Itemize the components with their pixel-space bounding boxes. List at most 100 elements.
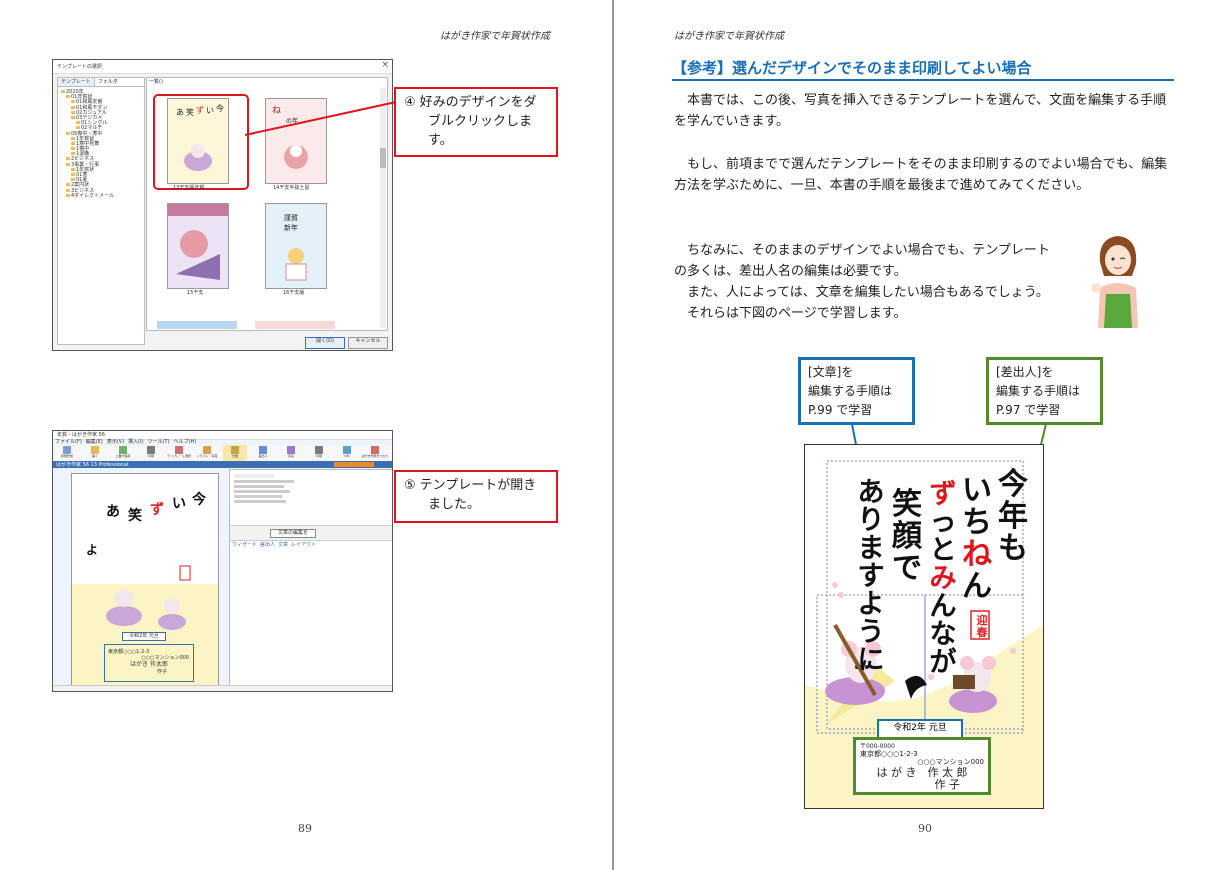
app-banner: はがき作家 56 13 Professional [53,461,392,468]
label-line: P.99 で学習 [808,403,873,417]
svg-text:笑: 笑 [128,507,142,524]
toolbar-label: DM [344,454,350,458]
panel-tab[interactable]: レイアウト [291,542,316,548]
page-number: 89 [298,822,312,835]
toolbar-icon [315,446,323,454]
card-name: はがき 作太郎 [130,661,168,668]
card-message-char: 今 [998,467,1028,502]
edit-text-button[interactable]: 文章の編集を [270,529,316,538]
card-message-char: で [892,551,922,586]
card-message-char: す [857,561,885,592]
page-number: 90 [918,822,932,835]
card-message-char: と [929,535,957,566]
status-bar [53,685,392,691]
card-message-char: ち [962,505,992,540]
toolbar-label: 差出人 [258,454,268,458]
card-message-char: が [929,647,957,678]
callout-text: テンプレートが開きました。 [419,478,537,512]
card-name: は が き 作 太 郎 [876,766,968,779]
label-line: [文章]を [808,365,854,379]
callout-step-5: ⑤ テンプレートが開きました。 [394,470,558,523]
toolbar-icon [343,446,351,454]
card-message-char: り [857,505,885,536]
card-message-char: 年 [998,499,1028,534]
card-message-column: ありますように [855,479,887,675]
step-number: ⑤ [404,478,416,493]
toolbar-label: 印刷 [315,454,322,458]
card-date[interactable]: 令和2年 元旦 [122,632,166,641]
card-message-char: っ [929,507,957,538]
svg-text:よ: よ [86,543,98,557]
toolbar-button[interactable]: はがき作家をつかう [361,445,389,461]
app-name: はがき作家 56 13 Professional [56,462,129,468]
panel-toolbar: 文章の編集を [230,525,392,541]
card-message-char: 笑 [892,487,922,522]
card-sender[interactable]: 東京都○○○1-2-3 ○○○マンション000 はがき 作太郎 作子 [104,644,194,682]
step-number: ④ [404,95,416,110]
label-line: [差出人]を [996,365,1054,379]
panel-tab[interactable]: ウィザード [232,542,257,548]
toolbar-label: 新規作成 [60,454,73,458]
card-message-char: ま [857,533,885,564]
callout-step-4: ④ 好みのデザインをダブルクリックします。 [394,87,558,157]
toolbar-icon [119,446,127,454]
card-preview: 今 い ず 笑 あ よ 令和2年 元旦 東京都○○○1-2-3 ○○○マンション… [71,473,219,687]
svg-text:い: い [172,496,186,512]
svg-text:今: 今 [191,491,206,508]
toolbar-icon [231,446,239,454]
svg-text:あ: あ [106,504,120,520]
card-message-char: ん [962,569,992,604]
card-message-char: な [929,619,957,650]
toolbar-label: 文章 [231,454,238,458]
label-line: 編集する手順は [808,384,893,398]
right-page: はがき作家で年賀状作成 【参考】選んだデザインでそのまま印刷してよい場合 本書で… [614,0,1229,870]
svg-text:ず: ず [150,501,164,518]
toolbar-label: 開く [91,454,98,458]
toolbar-icon [371,446,379,454]
toolbar-label: 宛名 [287,454,294,458]
card-sender[interactable]: 〒000-0000 東京都○○○1-2-3 ○○○マンション000 は が き … [853,737,991,795]
toolbar-label: はがき作家をつかう [361,454,389,458]
label-line: P.97 で学習 [996,403,1061,417]
toolbar-icon [91,446,99,454]
card-message-char: い [962,473,992,508]
toolbar-button[interactable]: 上書き保存 [111,445,135,461]
toolbar-button[interactable]: 開く [83,445,107,461]
toolbar-button[interactable]: 宛名 [279,445,303,461]
card-message-char: よ [857,589,885,620]
toolbar-label: 印刷 [147,454,154,458]
toolbar-button[interactable]: イラスト・写真 [195,445,219,461]
card-message-char: ず [929,479,957,510]
toolbar-icon [287,446,295,454]
toolbar-button[interactable]: テンプレート選択 [167,445,191,461]
toolbar-icon [175,446,183,454]
toolbar-icon [63,446,71,454]
card-message-char: ん [929,591,957,622]
card-name2: 作子 [156,669,167,675]
toolbar-button[interactable]: 文章 [223,445,247,461]
label-sender-edit: [差出人]を 編集する手順は P.97 で学習 [986,357,1103,425]
toolbar: 新規作成 開く 上書き保存 印刷 テンプレート選択 イラスト・写真 文章 差出人 宛名 印刷 DM は… [55,445,392,462]
toolbar-label: テンプレート選択 [167,454,191,458]
toolbar-button[interactable]: DM [335,445,359,461]
toolbar-label: イラスト・写真 [196,454,218,458]
toolbar-button[interactable]: 印刷 [139,445,163,461]
callout-text: 好みのデザインをダブルクリックします。 [419,95,537,148]
greeting-card: 今年もいちねんずっとみんなが笑顔でありますように 迎春 令和2年 元旦 〒000… [804,444,1044,809]
toolbar-button[interactable]: 差出人 [251,445,275,461]
label-text-edit: [文章]を 編集する手順は P.99 で学習 [798,357,915,425]
app-title: 年賀 - はがき作家 56 [57,432,105,438]
card-message-char: ね [962,537,992,572]
left-page: はがき作家で年賀状作成 テンプレートの選択 × テンプレート フォルダ 2020… [0,0,612,870]
card-name2: 作 子 [934,778,961,791]
toolbar-icon [147,446,155,454]
card-message-char: 顔 [892,519,922,554]
card-message-char: み [929,563,957,594]
toolbar-button[interactable]: 新規作成 [55,445,79,461]
toolbar-icon [259,446,267,454]
toolbar-button[interactable]: 印刷 [307,445,331,461]
card-message-char: も [998,531,1028,566]
panel-tab[interactable]: 差出人 [260,542,275,548]
app-window-screenshot: 年賀 - はがき作家 56 ファイル(F) 編集(E) 表示(V) 挿入(I) ツール(… [52,430,393,692]
panel-tab[interactable]: 文章 [278,542,288,548]
